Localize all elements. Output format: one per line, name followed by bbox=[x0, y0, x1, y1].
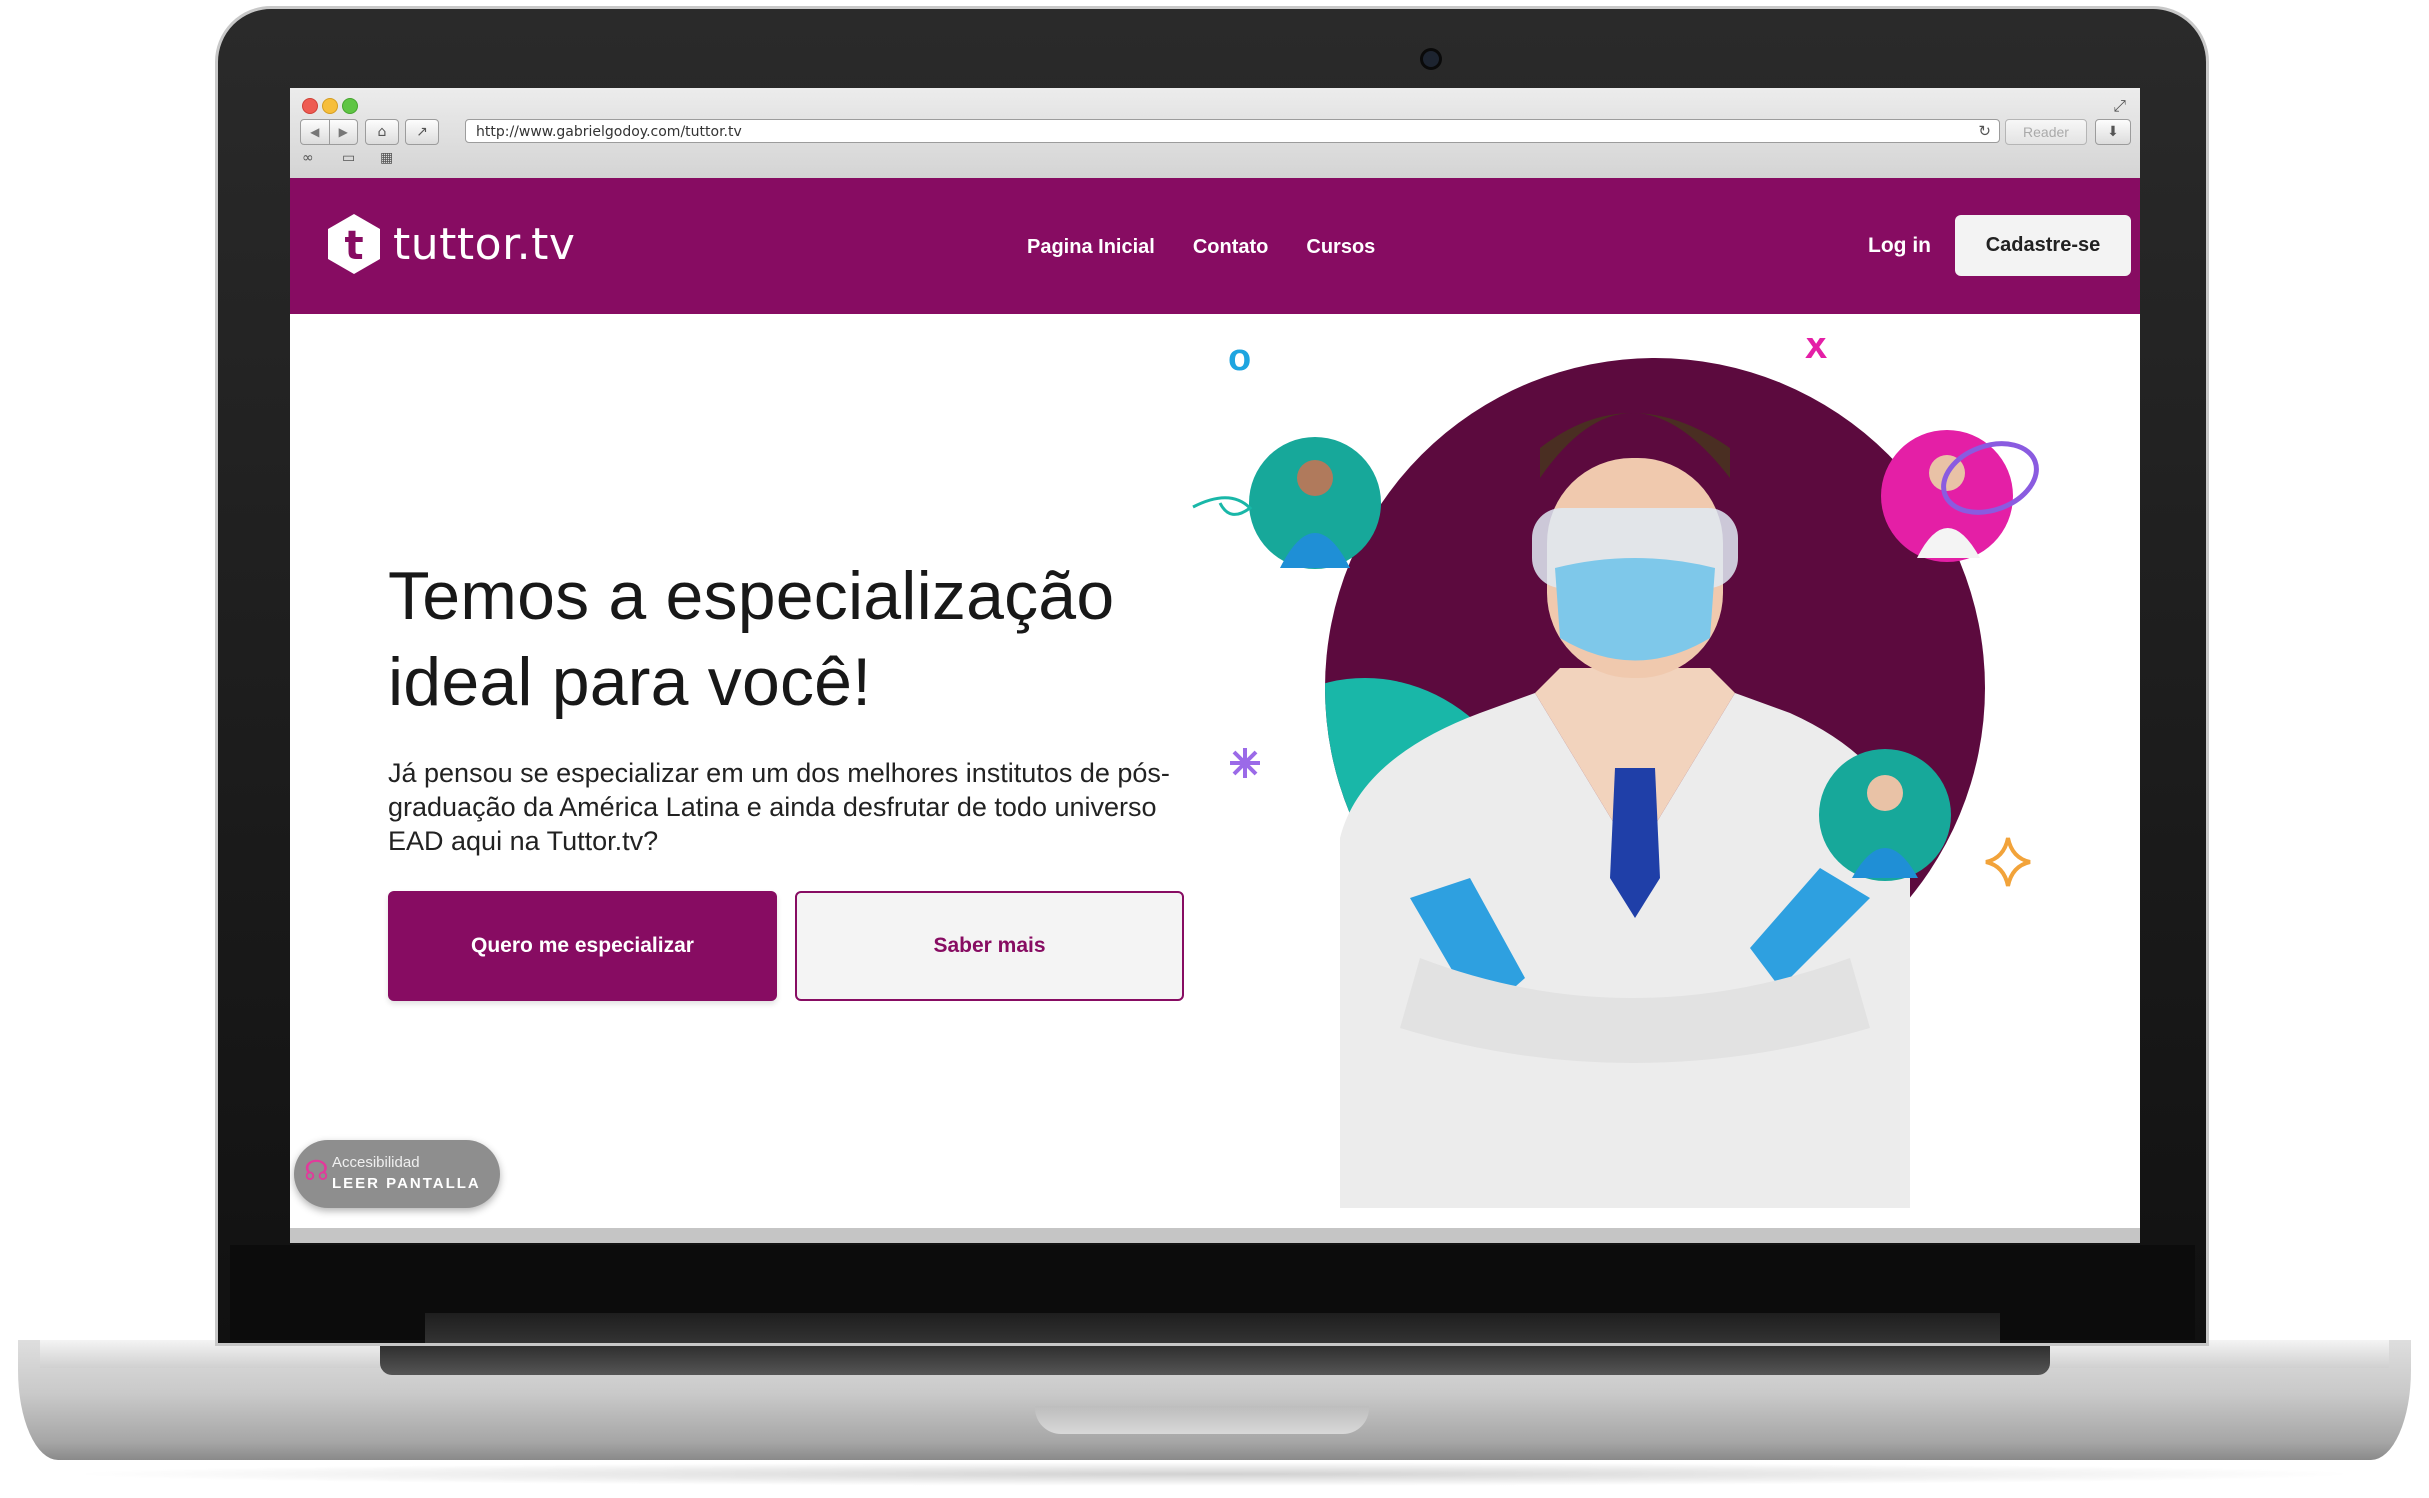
hero-title-line-2: ideal para você! bbox=[388, 644, 872, 720]
screen: ⤢ ◀ ▶ ⌂ ↗ http://www.gabrielgodoy.com/tu… bbox=[290, 88, 2140, 1243]
url-text: http://www.gabrielgodoy.com/tuttor.tv bbox=[476, 124, 742, 140]
avatar-woman-teal bbox=[1819, 749, 1951, 881]
logo-letter: t bbox=[344, 223, 363, 269]
nav-cursos[interactable]: Cursos bbox=[1306, 236, 1375, 259]
reload-icon[interactable]: ↻ bbox=[1978, 122, 1991, 140]
login-link[interactable]: Log in bbox=[1868, 234, 1931, 258]
bookmarks-book-icon[interactable]: ▭ bbox=[342, 150, 355, 166]
logo-text: tuttor.tv bbox=[393, 218, 576, 270]
sparkle-decoration bbox=[1985, 837, 2031, 887]
download-icon: ⬇ bbox=[2107, 124, 2119, 140]
forward-arrow-icon[interactable]: ▶ bbox=[328, 120, 358, 144]
logo-hexagon-icon: t bbox=[328, 214, 380, 274]
history-nav: ◀ ▶ bbox=[300, 119, 358, 145]
site-logo[interactable]: t tuttor.tv bbox=[325, 212, 575, 276]
home-button[interactable]: ⌂ bbox=[365, 119, 399, 145]
hero-description: Já pensou se especializar em um dos melh… bbox=[388, 758, 1170, 856]
home-icon: ⌂ bbox=[377, 124, 387, 140]
accessibility-widget[interactable]: ☊ Accesibilidad LEER PANTALLA bbox=[294, 1140, 500, 1208]
laptop-shadow bbox=[60, 1462, 2369, 1486]
main-nav: Pagina Inicial Contato Cursos bbox=[1027, 236, 1375, 259]
page-scroll-edge bbox=[290, 1228, 2140, 1243]
share-button[interactable]: ↗ bbox=[405, 119, 439, 145]
laptop-keyboard-edge bbox=[380, 1345, 2050, 1375]
top-sites-grid-icon[interactable]: ▦ bbox=[380, 150, 393, 166]
asterisk-decoration bbox=[1230, 748, 1260, 778]
read-screen-label: LEER PANTALLA bbox=[332, 1175, 481, 1192]
hero-artwork bbox=[1192, 358, 2039, 1208]
downloads-button[interactable]: ⬇ bbox=[2095, 119, 2131, 145]
avatar-dentist-man bbox=[1249, 437, 1381, 569]
zoom-window-button[interactable] bbox=[342, 98, 358, 114]
accessibility-label: Accesibilidad bbox=[332, 1154, 420, 1171]
close-window-button[interactable] bbox=[302, 98, 318, 114]
squiggle-decoration bbox=[1192, 496, 1253, 516]
site-header: t tuttor.tv Pagina Inicial Contato Curso… bbox=[290, 178, 2140, 314]
hero-title: Temos a especialização ideal para você! bbox=[388, 553, 1208, 725]
laptop-notch bbox=[1035, 1406, 1369, 1434]
back-arrow-icon[interactable]: ◀ bbox=[301, 120, 329, 144]
ear-icon: ☊ bbox=[304, 1154, 329, 1187]
laptop-hinge bbox=[425, 1313, 2000, 1343]
nav-pagina-inicial[interactable]: Pagina Inicial bbox=[1027, 236, 1155, 259]
reader-button[interactable]: Reader bbox=[2005, 119, 2087, 145]
minimize-window-button[interactable] bbox=[322, 98, 338, 114]
learn-more-button[interactable]: Saber mais bbox=[795, 891, 1184, 1001]
signup-button[interactable]: Cadastre-se bbox=[1955, 215, 2131, 276]
camera-icon bbox=[1423, 51, 1439, 67]
browser-toolbar: ⤢ ◀ ▶ ⌂ ↗ http://www.gabrielgodoy.com/tu… bbox=[290, 88, 2140, 179]
fullscreen-icon[interactable]: ⤢ bbox=[2113, 96, 2126, 116]
address-bar[interactable]: http://www.gabrielgodoy.com/tuttor.tv ↻ bbox=[465, 119, 2000, 143]
specialize-button[interactable]: Quero me especializar bbox=[388, 891, 777, 1001]
nav-contato[interactable]: Contato bbox=[1193, 236, 1269, 259]
hero-title-line-1: Temos a especialização bbox=[388, 558, 1115, 634]
share-icon: ↗ bbox=[416, 124, 428, 140]
reading-list-icon[interactable]: ∞ bbox=[302, 150, 314, 166]
